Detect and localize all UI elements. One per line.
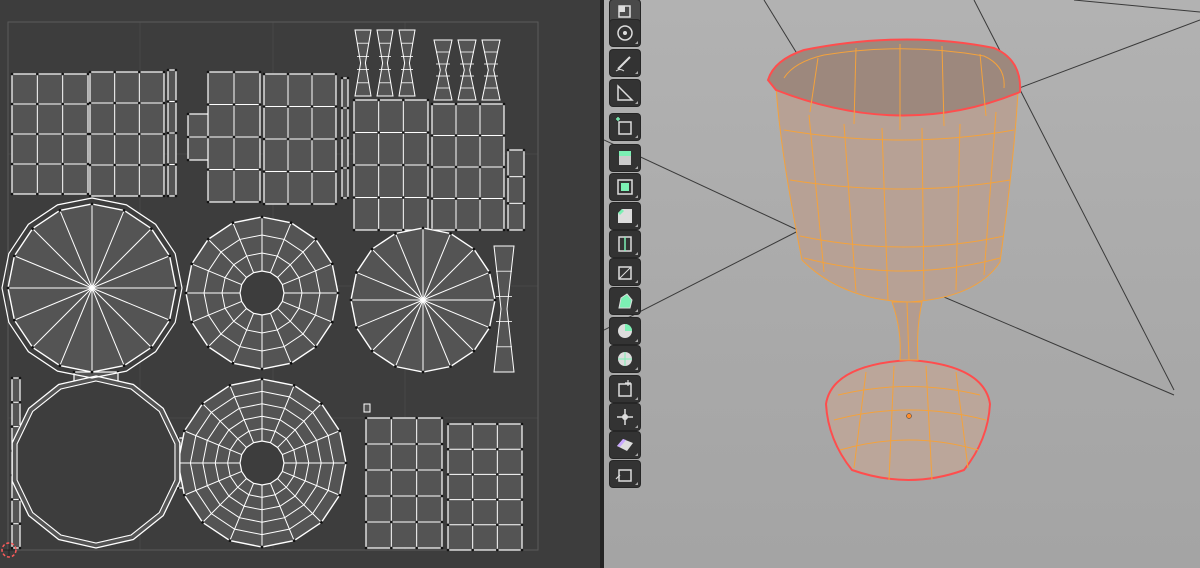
tool-loop-cut-button[interactable]	[610, 231, 640, 257]
uv-island-strip[interactable]	[206, 70, 262, 204]
uv-island-strip[interactable]	[166, 68, 178, 198]
tool-measure-button[interactable]	[610, 80, 640, 106]
tool-variants-indicator	[635, 280, 638, 283]
uv-island-stem[interactable]	[493, 245, 515, 373]
tool-variants-indicator	[635, 166, 638, 169]
uv-island-strip[interactable]	[262, 72, 338, 206]
tool-add-cube-button[interactable]	[610, 114, 640, 140]
3d-viewport[interactable]	[604, 0, 1200, 568]
tool-variants-indicator	[635, 339, 638, 342]
tool-inset-faces-button[interactable]	[610, 174, 640, 200]
tool-variants-indicator	[635, 252, 638, 255]
tool-annotate-button[interactable]	[610, 50, 640, 76]
tool-extrude-region-button[interactable]	[610, 145, 640, 171]
object-origin-icon[interactable]	[906, 413, 912, 419]
uv-island-stem[interactable]	[363, 403, 371, 413]
uv-island-strip[interactable]	[88, 70, 166, 198]
tool-variants-indicator	[635, 482, 638, 485]
tool-variants-indicator	[635, 135, 638, 138]
uv-island-strip[interactable]	[506, 148, 526, 232]
uv-island-stem[interactable]	[354, 29, 372, 97]
tool-bevel-button[interactable]	[610, 203, 640, 229]
uv-island-stem[interactable]	[398, 29, 416, 97]
tool-variants-indicator	[635, 101, 638, 104]
uv-canvas[interactable]	[0, 0, 602, 568]
tool-variants-indicator	[635, 453, 638, 456]
tool-shrink-fatten-button[interactable]	[610, 404, 640, 430]
uv-island-stem[interactable]	[481, 39, 501, 101]
tool-smooth-button[interactable]	[610, 346, 640, 372]
tool-spin-button[interactable]	[610, 318, 640, 344]
viewport-canvas[interactable]	[604, 0, 1200, 568]
tool-variants-indicator	[635, 309, 638, 312]
tool-variants-indicator	[635, 41, 638, 44]
tool-cursor-button[interactable]	[610, 20, 640, 46]
uv-island-stem[interactable]	[376, 29, 394, 97]
uv-island-strip[interactable]	[340, 76, 350, 200]
uv-island-cap[interactable]	[6, 202, 178, 374]
tool-rip-region-button[interactable]	[610, 461, 640, 487]
uv-island-strip[interactable]	[10, 72, 90, 196]
goblet-mesh[interactable]	[766, 38, 1022, 481]
uv-island-strip[interactable]	[430, 102, 506, 232]
tool-poly-build-button[interactable]	[610, 288, 640, 314]
tool-variants-indicator	[635, 224, 638, 227]
tool-shelf	[608, 0, 644, 488]
uv-island-cap[interactable]	[349, 226, 497, 374]
uv-island-strip[interactable]	[364, 416, 444, 550]
tool-edge-slide-button[interactable]	[610, 376, 640, 402]
uv-island-rim[interactable]	[11, 375, 181, 549]
uv-island-stem[interactable]	[457, 39, 477, 101]
uv-island-ring[interactable]	[176, 377, 348, 549]
tool-variants-indicator	[635, 195, 638, 198]
tool-variants-indicator	[635, 71, 638, 74]
uv-island-strip[interactable]	[446, 422, 524, 552]
uv-island-ring[interactable]	[184, 215, 340, 371]
uv-island-stem[interactable]	[433, 39, 453, 101]
tool-variants-indicator	[635, 367, 638, 370]
tool-variants-indicator	[635, 397, 638, 400]
uv-island-strip[interactable]	[352, 98, 430, 232]
tool-knife-button[interactable]	[610, 259, 640, 285]
uv-editor[interactable]	[0, 0, 602, 568]
tool-shear-button[interactable]	[610, 432, 640, 458]
tool-variants-indicator	[635, 425, 638, 428]
